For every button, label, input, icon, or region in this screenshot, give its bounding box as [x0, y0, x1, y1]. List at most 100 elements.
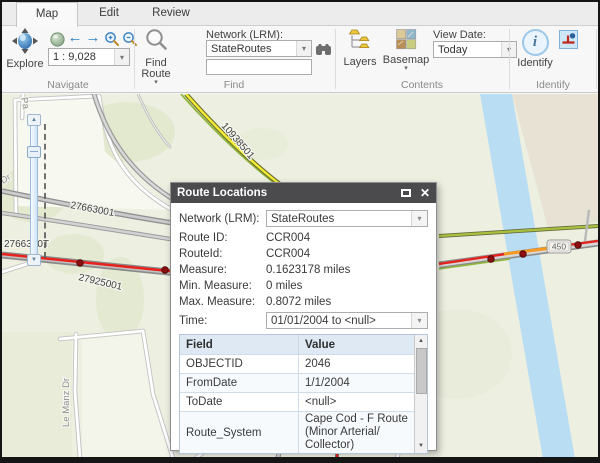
zoom-slider-ticks [44, 124, 46, 258]
full-extent-globe-icon[interactable] [48, 30, 66, 48]
find-route-button[interactable]: Find Route ▾ [138, 28, 174, 86]
max-measure-value: 0.8072 miles [266, 296, 332, 308]
table-row[interactable]: Route_System Cape Cod - F Route (Minor A… [180, 411, 414, 453]
close-icon[interactable]: ✕ [420, 187, 430, 199]
identify-icon: i [521, 29, 549, 56]
scroll-up-arrow[interactable]: ▲ [418, 335, 424, 348]
zoom-slider-handle[interactable] [27, 146, 41, 158]
map-scale-combo[interactable]: 1 : 9,028 ▾ [48, 48, 130, 66]
route-id-value: CCR004 [266, 232, 311, 244]
layers-icon [348, 29, 372, 55]
layers-button[interactable]: Layers [341, 29, 379, 68]
value-column-header: Value [298, 335, 414, 354]
previous-extent-button[interactable]: ← [66, 29, 84, 47]
ribbon: Explore ← → 1: 9,028 ▾ Navigate Find Ro… [2, 26, 598, 93]
dialog-title-bar[interactable]: Route Locations ✕ [171, 183, 436, 203]
view-date-label: View Date: [433, 29, 486, 41]
application-window: Map Edit Review Explore ← → 1: 9,028 ▾ … [0, 0, 600, 463]
network-lrm-value: StateRoutes [211, 42, 272, 55]
scroll-down-arrow[interactable]: ▼ [418, 440, 424, 453]
dialog-time-dropdown-arrow[interactable]: ▾ [411, 313, 427, 328]
identify-group-label: Identify [536, 79, 570, 91]
field-column-header: Field [186, 338, 213, 351]
basemap-button[interactable]: Basemap ▾ [383, 29, 429, 72]
routeid-value: CCR004 [266, 248, 311, 260]
contents-group-label: Contents [400, 79, 444, 91]
find-route-label: Find Route [141, 57, 171, 80]
dialog-network-dropdown-arrow[interactable]: ▾ [411, 211, 427, 226]
route-id-label: Route ID: [179, 232, 228, 244]
explore-button[interactable]: Explore [4, 28, 46, 70]
cell-field: OBJECTID [186, 358, 243, 370]
tab-edit[interactable]: Edit [78, 2, 140, 26]
dialog-time-row: Time: 01/01/2004 to <null> ▾ [179, 312, 428, 329]
attribute-table-header: Field Value [180, 335, 414, 354]
measure-value: 0.1623178 miles [266, 264, 351, 276]
table-scrollbar[interactable]: ▲ ▼ [414, 335, 427, 453]
dialog-body: Network (LRM): StateRoutes ▾ Route ID: C… [171, 203, 436, 454]
svg-text:450: 450 [552, 242, 566, 252]
view-date-value: Today [438, 43, 468, 56]
basemap-icon [395, 29, 417, 53]
identify-route-locations-button[interactable] [559, 30, 578, 49]
dialog-min-measure-row: Min. Measure: 0 miles [179, 278, 428, 294]
dialog-network-value: StateRoutes [271, 212, 335, 225]
route-locations-dialog: Route Locations ✕ Network (LRM): StateRo… [170, 182, 437, 454]
street-label-le-manz-dr: Le Manz Dr [61, 378, 72, 427]
network-dropdown-arrow[interactable]: ▾ [296, 41, 311, 56]
zoom-slider-down-button[interactable]: ▼ [27, 254, 41, 266]
find-binoculars-button[interactable] [314, 40, 332, 58]
dialog-title: Route Locations [177, 187, 268, 199]
tab-map[interactable]: Map [16, 2, 78, 27]
table-row[interactable]: ToDate <null> [180, 392, 414, 411]
identify-route-icon [562, 33, 576, 44]
fixed-zoom-out-button[interactable] [121, 30, 139, 48]
next-extent-button[interactable]: → [84, 29, 102, 47]
explore-compass-icon [12, 28, 38, 57]
navigate-group-label: Navigate [47, 79, 89, 91]
cell-field: ToDate [186, 396, 223, 408]
binoculars-icon [315, 43, 331, 55]
find-route-magnifier-icon [144, 28, 169, 56]
maximize-icon[interactable] [400, 189, 411, 197]
view-date-combo[interactable]: Today ▾ [433, 41, 517, 58]
min-measure-value: 0 miles [266, 280, 303, 292]
dialog-max-measure-row: Max. Measure: 0.8072 miles [179, 294, 428, 310]
network-lrm-combo[interactable]: StateRoutes ▾ [206, 40, 312, 57]
ribbon-tab-bar: Map Edit Review [2, 2, 598, 27]
map-scale-value: 1 : 9,028 [53, 51, 96, 63]
zoom-in-icon [105, 32, 120, 47]
find-group-label: Find [223, 79, 245, 91]
scroll-thumb[interactable] [415, 348, 427, 394]
dialog-time-combo[interactable]: 01/01/2004 to <null> ▾ [266, 312, 428, 329]
fixed-zoom-in-button[interactable] [103, 30, 121, 48]
back-arrow-icon: ← [67, 29, 83, 46]
dialog-measure-row: Measure: 0.1623178 miles [179, 262, 428, 278]
map-view[interactable]: 450 27663001 2766310T 27925001 10938501 … [2, 94, 598, 457]
dialog-network-label: Network (LRM): [179, 212, 260, 225]
tab-review[interactable]: Review [140, 2, 202, 26]
table-row[interactable]: FromDate 1/1/2004 [180, 373, 414, 392]
time-value: 01/01/2004 to <null> [271, 314, 376, 327]
identify-button[interactable]: i Identify [514, 29, 556, 69]
scale-dropdown-arrow[interactable]: ▾ [114, 49, 129, 65]
dialog-route-id-row: Route ID: CCR004 [179, 230, 428, 246]
cell-value: <null> [298, 393, 414, 411]
max-measure-label: Max. Measure: [179, 296, 256, 308]
dialog-network-combo[interactable]: StateRoutes ▾ [266, 210, 428, 227]
route-input[interactable] [206, 59, 312, 75]
cell-value: Cape Cod - F Route (Minor Arterial/ Coll… [298, 412, 414, 453]
map-zoom-slider: ▲ ▼ [27, 114, 46, 266]
dialog-routeid-row: RouteId: CCR004 [179, 246, 428, 262]
route-shield-450: 450 [546, 239, 572, 254]
time-label: Time: [179, 314, 208, 327]
cell-field: Route_System [186, 426, 262, 439]
table-row[interactable]: OBJECTID 2046 [180, 354, 414, 373]
explore-label: Explore [6, 58, 44, 70]
measure-label: Measure: [179, 264, 227, 276]
basemap-dropdown-caret[interactable]: ▾ [404, 65, 408, 72]
cell-value: 1/1/2004 [298, 374, 414, 392]
zoom-slider-up-button[interactable]: ▲ [27, 114, 41, 126]
routeid-label: RouteId: [179, 248, 223, 260]
dialog-network-row: Network (LRM): StateRoutes ▾ [179, 210, 428, 227]
